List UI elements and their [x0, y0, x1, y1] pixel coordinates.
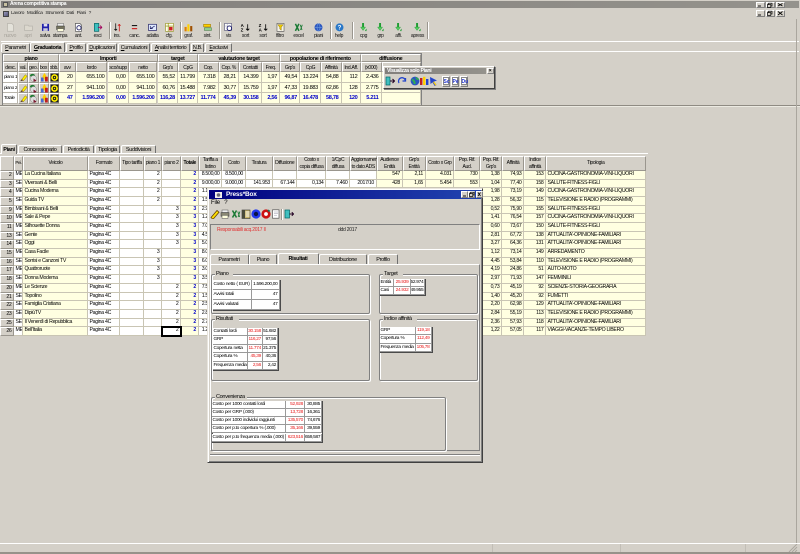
svg-text:A: A — [258, 27, 262, 32]
svg-text:?: ? — [337, 24, 341, 31]
svg-text:Z: Z — [241, 27, 244, 32]
